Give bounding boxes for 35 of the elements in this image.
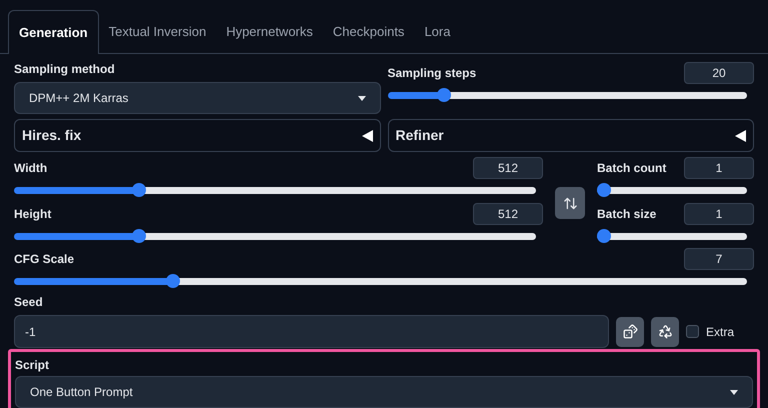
reuse-seed-button[interactable] (651, 316, 679, 346)
seed-input[interactable]: -1 (14, 315, 609, 348)
slider-label: Batch count (597, 160, 666, 177)
recycle-icon (658, 324, 672, 339)
slider-label: Batch size (597, 206, 656, 223)
field-label: Script (15, 357, 50, 374)
tab[interactable]: Generation (8, 10, 99, 54)
dropdown-caret-icon (730, 390, 738, 394)
field-label: Sampling method (14, 61, 116, 78)
number-input[interactable]: 512 (473, 157, 543, 179)
number-input[interactable]: 1 (684, 203, 754, 225)
number-input[interactable]: 512 (473, 203, 543, 225)
script-dropdown[interactable]: One Button Prompt (15, 376, 753, 408)
dice-icon (622, 324, 638, 339)
checkbox-label: Extra (706, 324, 736, 340)
field-label: Seed (14, 294, 44, 311)
accordion-header[interactable]: Hires. fix (14, 119, 380, 152)
dropdown-caret-icon (358, 96, 366, 100)
slider-label: Height (14, 206, 52, 223)
slider-label: Width (14, 160, 48, 177)
tab[interactable]: Hypernetworks (216, 10, 323, 53)
slider-label: CFG Scale (14, 251, 74, 268)
accordion-header[interactable]: Refiner (388, 119, 754, 152)
sampling-method-dropdown[interactable]: DPM++ 2M Karras (14, 82, 380, 114)
slider-label: Sampling steps (388, 65, 476, 82)
number-input[interactable]: 20 (684, 62, 754, 84)
number-input[interactable]: 1 (684, 157, 754, 179)
tab[interactable]: Textual Inversion (98, 10, 216, 53)
number-input[interactable]: 7 (684, 248, 754, 270)
tab[interactable]: Checkpoints (322, 10, 414, 53)
swap-dimensions-button[interactable] (555, 187, 585, 219)
random-seed-button[interactable] (616, 316, 644, 346)
tab[interactable]: Lora (414, 10, 460, 53)
swap-arrows-icon (562, 196, 578, 210)
extra-checkbox[interactable] (686, 325, 699, 338)
